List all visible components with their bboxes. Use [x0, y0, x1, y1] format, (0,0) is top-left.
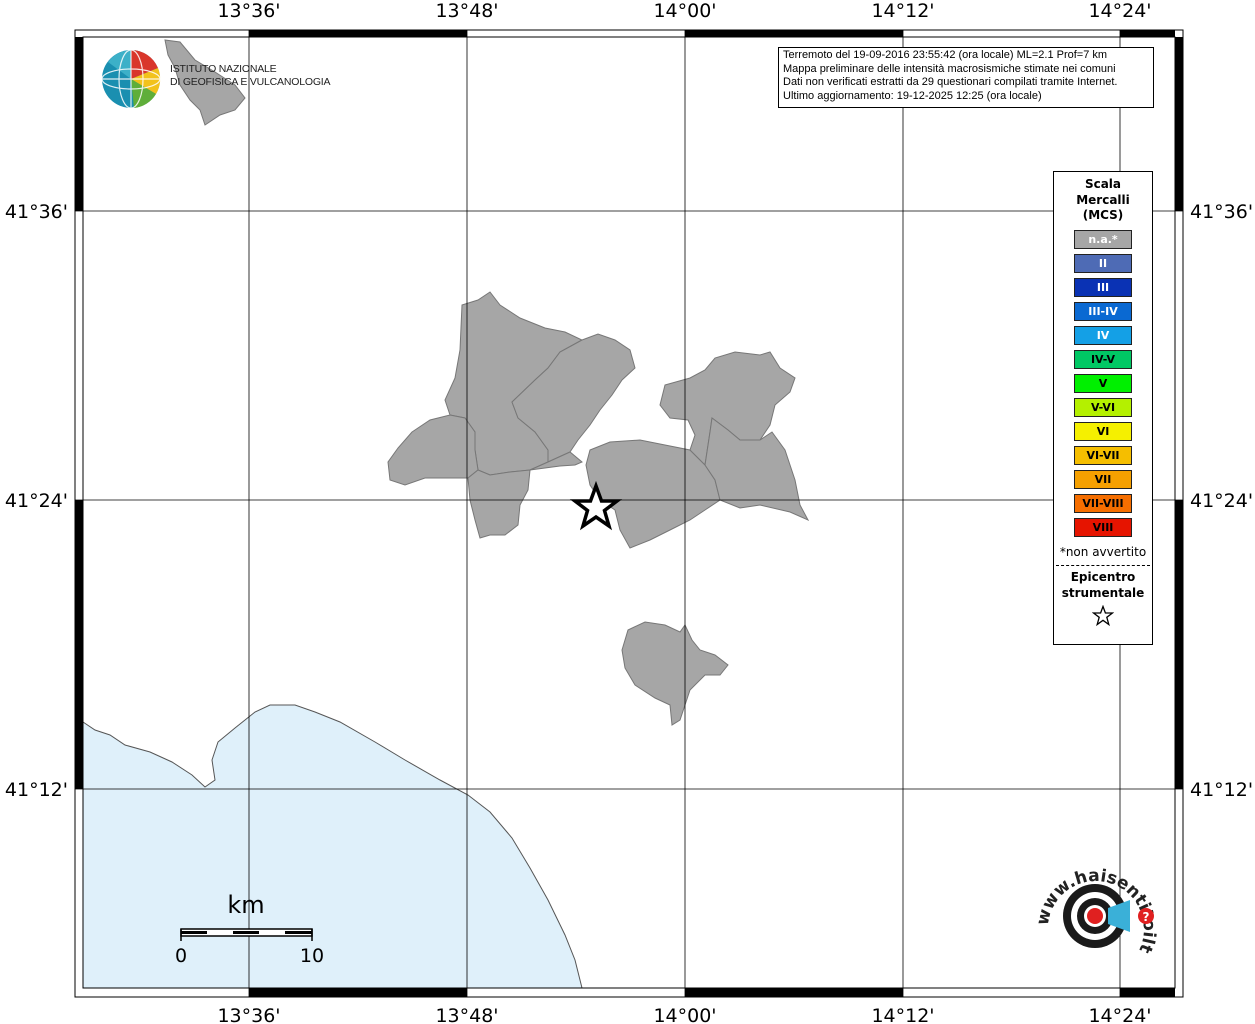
- lon-label-top: 13°48': [435, 0, 498, 22]
- svg-text:?: ?: [1143, 910, 1150, 924]
- legend-epicentre-line: strumentale: [1061, 585, 1145, 600]
- legend-items: n.a.* II III III-IV IV IV-V V V-VI VI VI-VII VII VI…: [1054, 229, 1152, 537]
- legend-title-line: Scala: [1084, 177, 1122, 191]
- lon-label-top: 13°36': [217, 0, 280, 22]
- municipality: [387, 414, 479, 486]
- legend-class: IV: [1074, 325, 1132, 345]
- municipality-group: [164, 39, 810, 726]
- lat-label-right: 41°24': [1190, 490, 1253, 512]
- legend-class: VI: [1074, 421, 1132, 441]
- ingv-logo: [101, 49, 161, 109]
- lat-label-right: 41°12': [1190, 779, 1253, 801]
- legend-star-icon: [1054, 604, 1152, 631]
- lon-label-top: 14°12': [871, 0, 934, 22]
- lon-label-bottom: 13°48': [435, 1005, 498, 1024]
- legend-title-line: (MCS): [1082, 208, 1124, 222]
- legend-class: VIII: [1074, 517, 1132, 537]
- lat-label-left: 41°12': [5, 779, 68, 801]
- legend-class: II: [1074, 253, 1132, 273]
- lon-label-bottom: 14°24': [1088, 1005, 1151, 1024]
- scale-start: 0: [175, 945, 187, 967]
- municipality: [467, 469, 531, 539]
- logo-line: ISTITUTO NAZIONALE: [170, 63, 277, 75]
- municipality: [621, 621, 729, 726]
- event-info-line: Terremoto del 19-09-2016 23:55:42 (ora l…: [783, 49, 1108, 61]
- legend-epicentre: Epicentro strumentale: [1054, 569, 1152, 601]
- lon-label-top: 14°24': [1088, 0, 1151, 22]
- legend-class: VI-VII: [1074, 445, 1132, 465]
- legend-note: *non avvertito: [1059, 544, 1147, 559]
- legend-class: VII-VIII: [1074, 493, 1132, 513]
- mcs-legend: Scala Mercalli (MCS) n.a.* II III III-IV IV I…: [1053, 171, 1153, 645]
- legend-separator: [1056, 564, 1150, 566]
- sea-area: [82, 704, 583, 989]
- lon-label-bottom: 13°36': [217, 1005, 280, 1024]
- lat-label-left: 41°36': [5, 201, 68, 223]
- event-info-line: Ultimo aggiornamento: 19-12-2025 12:25 (…: [783, 89, 1042, 102]
- legend-class: V-VI: [1074, 397, 1132, 417]
- lon-label-top: 14°00': [653, 0, 716, 22]
- lat-label-right: 41°36': [1190, 201, 1253, 223]
- legend-title: Scala Mercalli (MCS): [1054, 177, 1152, 224]
- ingv-logo-text: ISTITUTO NAZIONALE DI GEOFISICA E VULCAN…: [170, 63, 331, 89]
- legend-class: III-IV: [1074, 301, 1132, 321]
- event-info-line: Mappa preliminare delle intensità macros…: [783, 62, 1116, 75]
- scale-end: 10: [300, 945, 324, 967]
- logo-line: DI GEOFISICA E VULCANOLOGIA: [170, 76, 331, 88]
- lat-label-left: 41°24': [5, 490, 68, 512]
- legend-title-line: Mercalli: [1076, 192, 1130, 207]
- lon-label-bottom: 14°00': [653, 1005, 716, 1024]
- legend-class: IV-V: [1074, 349, 1132, 369]
- legend-class: III: [1074, 277, 1132, 297]
- legend-class: n.a.*: [1074, 229, 1132, 249]
- scale-unit: km: [227, 891, 264, 919]
- lon-label-bottom: 14°12': [871, 1005, 934, 1024]
- legend-class: VII: [1074, 469, 1132, 489]
- event-info-box: Terremoto del 19-09-2016 23:55:42 (ora l…: [778, 47, 1154, 108]
- event-info-line: Dati non verificati estratti da 29 quest…: [783, 76, 1118, 88]
- legend-epicentre-line: Epicentro: [1070, 569, 1136, 584]
- legend-class: V: [1074, 373, 1132, 393]
- hsit-logo: www.haisentitoilterremoto.it ?: [1030, 856, 1159, 956]
